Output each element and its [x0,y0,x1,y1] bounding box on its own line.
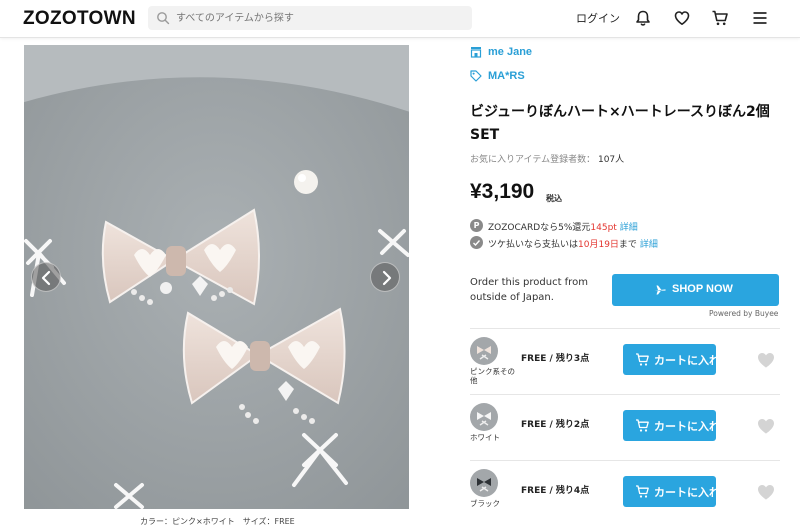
variant-stock: FREE / 残り3点 [521,354,590,364]
variant-thumbnail[interactable] [470,469,498,497]
favorite-heart-icon[interactable] [756,482,776,502]
favorite-heart-icon[interactable] [756,350,776,370]
product-image[interactable] [24,45,409,509]
shop-now-label: SHOP NOW [672,283,733,295]
add-to-cart-label: カートに入れる [654,420,731,433]
favorite-count-label: お気に入りアイテム登録者数： [470,155,596,165]
zozocard-text: ZOZOCARDなら5%還元 [488,223,591,233]
product-title: ビジューりぼんハート×ハートレースりぼん2個SET [470,104,770,143]
add-to-cart-button[interactable]: カートに入れる [623,476,731,507]
search-icon [157,12,170,25]
add-to-cart-button[interactable]: カートに入れる [623,344,731,375]
variant-stock: FREE / 残り2点 [521,420,590,430]
cart-icon[interactable] [711,9,729,27]
variant-name: ブラック [470,499,500,508]
brand-name: MA*RS [488,70,525,82]
shop-icon [470,47,482,58]
tsuke-suffix: まで [618,240,637,250]
shop-now-button[interactable]: SHOP NOW [612,274,779,306]
search-input[interactable] [176,9,466,27]
chevron-left-icon [41,270,51,286]
cart-icon [636,419,649,432]
tsuke-icon [470,236,483,249]
airplane-icon [654,285,666,295]
overseas-order-text: Order this product from outside of Japan… [470,277,588,303]
favorite-heart-icon[interactable] [756,416,776,436]
points-value: 145pt [590,223,617,233]
site-header: ZOZOTOWN ログイン [0,0,800,38]
product-price: ¥3,190 [470,180,535,203]
prev-image-button[interactable] [31,262,61,292]
variant-name: ピンク系その他 [470,367,515,385]
product-photo [24,45,409,509]
tag-icon [470,70,482,82]
login-link[interactable]: ログイン [576,10,620,26]
variant-stock: FREE / 残り4点 [521,486,590,496]
powered-by-buyee: Powered by Buyee [709,309,779,318]
cart-icon [636,485,649,498]
tsuke-text: ツケ払いなら支払いは [488,240,579,250]
add-to-cart-label: カートに入れる [654,354,731,367]
points-icon: P [470,219,483,232]
search-bar[interactable] [148,6,472,30]
variant-row: ブラック FREE / 残り4点 カートに入れる [470,460,780,526]
variant-thumbnail[interactable] [470,337,498,365]
image-caption: カラー：ピンク×ホワイト サイズ：FREE [140,517,295,526]
shop-name: me Jane [488,46,533,58]
tsuke-details-link[interactable]: 詳細 [640,240,658,250]
tsuke-date: 10月19日 [578,240,619,250]
zozotown-logo[interactable]: ZOZOTOWN [23,8,136,30]
menu-icon[interactable] [751,9,769,27]
chevron-right-icon [382,270,392,286]
next-image-button[interactable] [370,262,400,292]
bell-icon[interactable] [634,9,652,27]
variant-row: ピンク系その他 FREE / 残り3点 カートに入れる [470,328,780,394]
add-to-cart-button[interactable]: カートに入れる [623,410,731,441]
add-to-cart-label: カートに入れる [654,486,731,499]
variant-name: ホワイト [470,433,500,442]
favorite-count: お気に入りアイテム登録者数： 107人 [470,152,624,165]
heart-icon[interactable] [673,9,691,27]
variant-row: ホワイト FREE / 残り2点 カートに入れる [470,394,780,460]
cart-icon [636,353,649,366]
zozocard-details-link[interactable]: 詳細 [620,223,638,233]
tax-label: 税込 [546,194,562,203]
favorite-count-value: 107人 [597,155,625,165]
variant-thumbnail[interactable] [470,403,498,431]
